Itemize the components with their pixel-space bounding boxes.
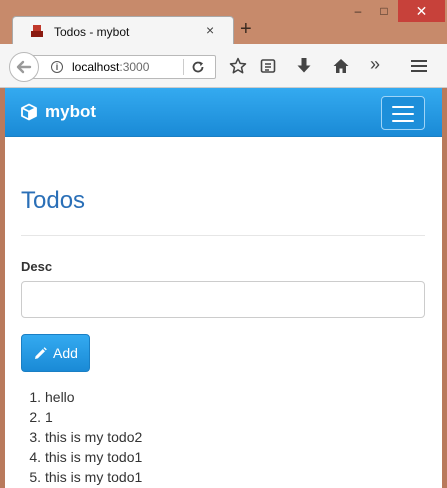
back-arrow-icon <box>16 60 32 74</box>
add-button-label: Add <box>53 345 78 361</box>
hamburger-icon <box>392 106 414 108</box>
todo-number: 3. <box>29 429 41 445</box>
add-button[interactable]: Add <box>21 334 90 372</box>
todo-item: 5. this is my todo1 <box>25 468 142 488</box>
todo-number: 4. <box>29 449 41 465</box>
url-bar[interactable]: i localhost:3000 <box>24 55 216 79</box>
back-button[interactable] <box>9 52 39 82</box>
reader-list-icon[interactable] <box>260 58 276 74</box>
todo-item: 1. hello <box>25 388 142 408</box>
star-icon[interactable] <box>229 57 247 75</box>
tab-title: Todos - mybot <box>54 25 130 39</box>
reload-icon[interactable] <box>190 59 206 75</box>
hamburger-icon <box>392 113 414 115</box>
todo-item: 3. this is my todo2 <box>25 428 142 448</box>
info-icon[interactable]: i <box>51 61 63 73</box>
menu-icon[interactable] <box>410 58 428 74</box>
new-tab-button[interactable]: + <box>240 19 252 39</box>
todo-number: 5. <box>29 469 41 485</box>
home-icon[interactable] <box>332 57 350 75</box>
url-port: :3000 <box>119 60 150 74</box>
todo-text: hello <box>45 389 75 405</box>
divider <box>21 235 425 236</box>
download-icon[interactable] <box>296 57 312 75</box>
pencil-icon <box>35 347 47 359</box>
close-window-button[interactable]: ✕ <box>398 0 445 22</box>
minimize-button[interactable]: – <box>345 0 371 22</box>
todo-item: 2. 1 <box>25 408 142 428</box>
favicon-icon <box>31 25 43 37</box>
cube-icon <box>21 103 37 121</box>
navbar: mybot <box>5 88 442 137</box>
todo-text: 1 <box>45 409 53 425</box>
desc-label: Desc <box>21 259 53 274</box>
browser-toolbar: i localhost:3000 » <box>0 44 447 88</box>
todo-text: this is my todo2 <box>45 429 143 445</box>
todo-number: 1. <box>29 389 41 405</box>
todo-item: 4. this is my todo1 <box>25 448 142 468</box>
overflow-icon[interactable]: » <box>370 54 380 74</box>
browser-tab[interactable]: Todos - mybot × <box>12 16 234 46</box>
window-titlebar: Todos - mybot × + – □ ✕ <box>0 0 447 46</box>
page-title: Todos <box>21 187 86 214</box>
todo-text: this is my todo1 <box>45 449 143 465</box>
desc-input[interactable] <box>21 281 425 318</box>
maximize-button[interactable]: □ <box>371 0 397 22</box>
todo-text: this is my todo1 <box>45 469 143 485</box>
web-page: mybot Todos Desc Add 1. hello 2. 1 3. this … <box>5 88 442 488</box>
navbar-toggle-button[interactable] <box>381 96 425 130</box>
url-divider <box>183 59 184 75</box>
hamburger-icon <box>392 120 414 122</box>
todo-number: 2. <box>29 409 41 425</box>
url-text[interactable]: localhost:3000 <box>72 60 149 74</box>
tab-close-button[interactable]: × <box>206 22 214 38</box>
todo-list: 1. hello 2. 1 3. this is my todo2 4. this is… <box>25 388 142 488</box>
url-host: localhost <box>72 60 120 74</box>
navbar-brand[interactable]: mybot <box>45 102 96 122</box>
